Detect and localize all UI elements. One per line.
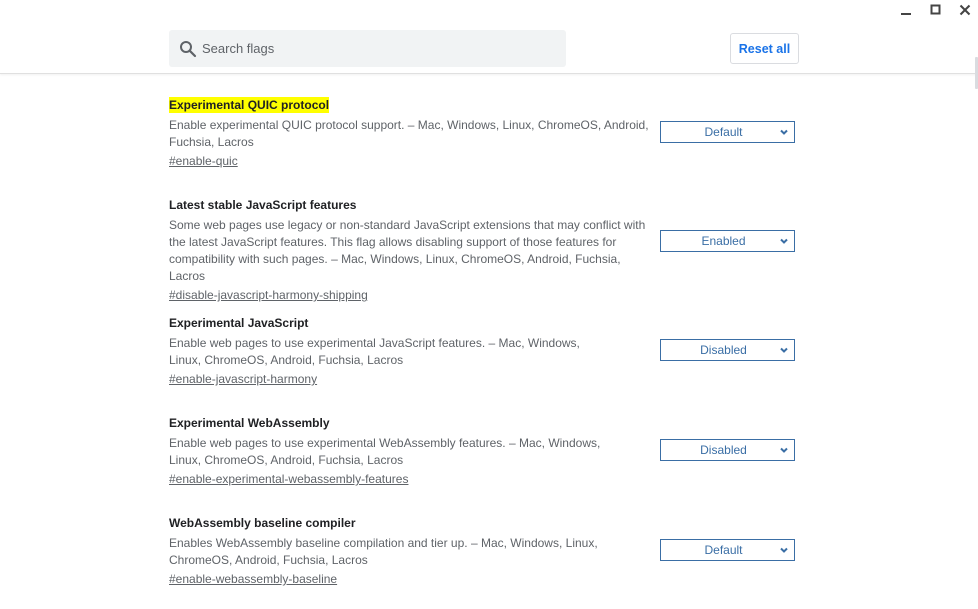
flag-state-select[interactable]: Default [660,121,795,143]
flag-description: Some web pages use legacy or non-standar… [169,218,646,283]
flag-description: Enable web pages to use experimental Web… [169,436,601,467]
flag-title: WebAssembly baseline compiler [169,516,356,530]
flag-description: Enable experimental QUIC protocol suppor… [169,118,649,149]
flag-title: Experimental WebAssembly [169,416,330,430]
chevron-down-icon [780,238,788,244]
minimize-icon [901,13,911,15]
flag-item-enable-javascript-harmony: Experimental JavaScript Enable web pages… [169,314,809,388]
maximize-button[interactable] [928,2,944,18]
reset-all-button[interactable]: Reset all [730,33,799,64]
search-box[interactable] [169,30,566,67]
minimize-button[interactable] [898,2,914,18]
flag-link[interactable]: #disable-javascript-harmony-shipping [169,287,368,304]
select-value: Default [704,125,743,139]
flag-title: Experimental JavaScript [169,316,309,330]
select-value: Default [704,543,743,557]
flag-description: Enable web pages to use experimental Jav… [169,336,580,367]
close-button[interactable] [957,2,973,18]
flag-state-select[interactable]: Default [660,539,795,561]
flag-item-enable-quic: Experimental QUIC protocol Enable experi… [169,96,809,170]
maximize-icon [930,4,941,15]
flag-item-disable-javascript-harmony-shipping: Latest stable JavaScript features Some w… [169,196,809,304]
flag-link[interactable]: #enable-quic [169,153,238,170]
chevron-down-icon [780,129,788,135]
flag-state-select[interactable]: Enabled [660,230,795,252]
flag-link[interactable]: #enable-experimental-webassembly-feature… [169,471,408,488]
flag-state-select[interactable]: Disabled [660,339,795,361]
flag-description: Enables WebAssembly baseline compilation… [169,536,598,567]
flag-item-enable-webassembly-baseline: WebAssembly baseline compiler Enables We… [169,514,809,588]
chevron-down-icon [780,447,788,453]
search-icon [179,40,197,58]
search-input[interactable] [202,33,542,64]
flag-title: Latest stable JavaScript features [169,198,357,212]
flag-state-select[interactable]: Disabled [660,439,795,461]
close-icon [959,4,971,16]
chevron-down-icon [780,347,788,353]
flag-title: Experimental QUIC protocol [169,97,330,113]
flag-link[interactable]: #enable-javascript-harmony [169,371,317,388]
flags-header: Reset all [0,0,978,74]
select-value: Disabled [700,443,747,457]
chevron-down-icon [780,547,788,553]
select-value: Disabled [700,343,747,357]
flag-link[interactable]: #enable-webassembly-baseline [169,571,337,588]
flag-item-enable-experimental-webassembly-features: Experimental WebAssembly Enable web page… [169,414,809,488]
select-value: Enabled [701,234,746,248]
